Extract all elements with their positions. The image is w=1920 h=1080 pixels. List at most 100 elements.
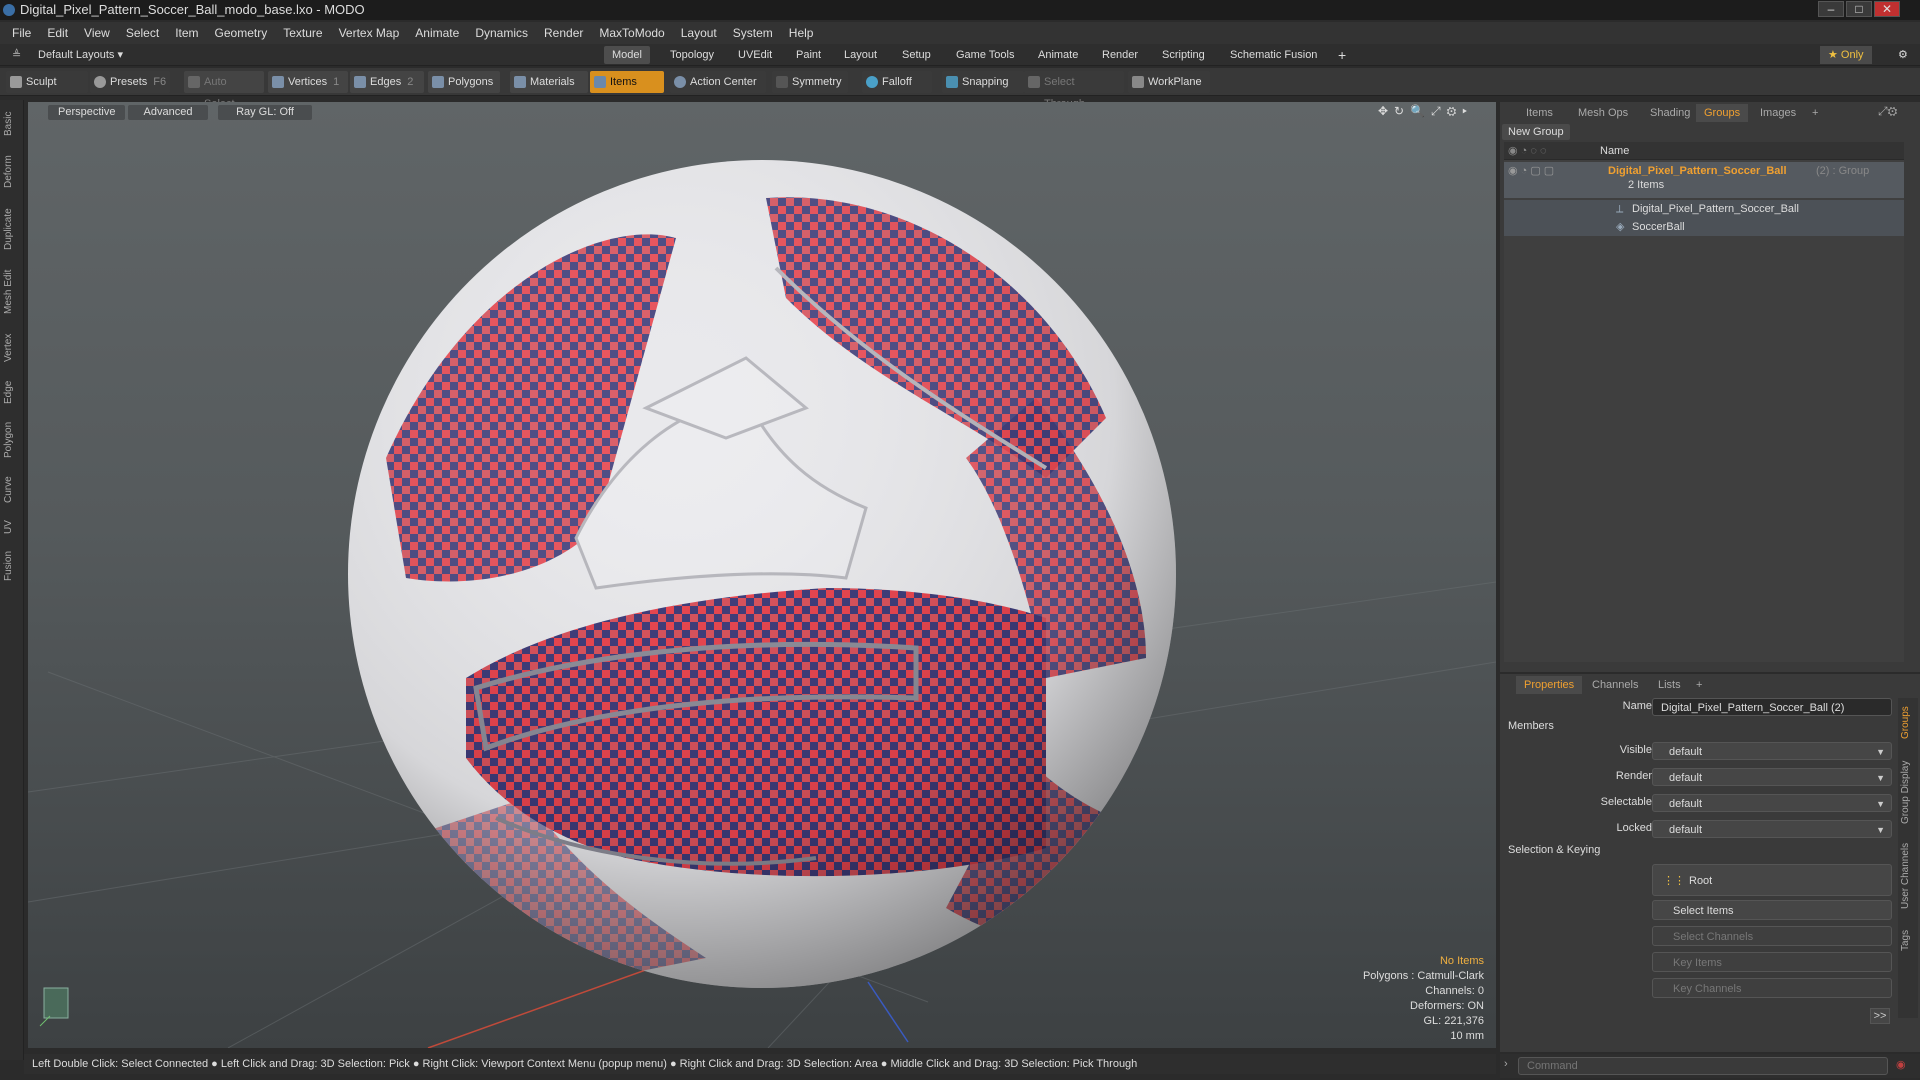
select-through-button[interactable]: Select Through: [1024, 71, 1124, 110]
tab-topology[interactable]: Topology: [662, 46, 722, 64]
menu-animate[interactable]: Animate: [407, 22, 467, 44]
vtab-group-display[interactable]: Group Display: [1900, 752, 1918, 832]
add-panel-tab-button[interactable]: +: [1804, 104, 1826, 122]
vtab-edge[interactable]: Edge: [3, 374, 21, 410]
tab-model[interactable]: Model: [604, 46, 650, 64]
materials-button[interactable]: Materials: [510, 71, 588, 93]
menu-item[interactable]: Item: [167, 22, 206, 44]
more-button[interactable]: >>: [1870, 1008, 1890, 1024]
vtab-user-channels[interactable]: User Channels: [1900, 836, 1918, 916]
visible-dropdown[interactable]: default ▼: [1652, 742, 1892, 760]
key-channels-button[interactable]: Key Channels: [1652, 978, 1892, 998]
minimize-button[interactable]: –: [1818, 1, 1844, 17]
menu-edit[interactable]: Edit: [39, 22, 76, 44]
tab-channels[interactable]: Channels: [1584, 676, 1646, 694]
panel-options-icon[interactable]: ⤢⚙: [1878, 104, 1897, 119]
tree-item-soccerball[interactable]: ◈ SoccerBall: [1504, 218, 1904, 236]
tab-mesh-ops[interactable]: Mesh Ops: [1570, 104, 1636, 122]
tab-items[interactable]: Items: [1518, 104, 1561, 122]
vtab-uv[interactable]: UV: [3, 514, 21, 540]
menu-texture[interactable]: Texture: [275, 22, 330, 44]
presets-button[interactable]: Presets F6: [90, 71, 170, 93]
menu-vertex-map[interactable]: Vertex Map: [331, 22, 408, 44]
vtab-fusion[interactable]: Fusion: [3, 544, 21, 588]
tab-animate[interactable]: Animate: [1030, 46, 1086, 64]
tab-groups[interactable]: Groups: [1696, 104, 1749, 122]
select-channels-button[interactable]: Select Channels: [1652, 926, 1892, 946]
vtab-duplicate[interactable]: Duplicate: [3, 200, 21, 258]
key-items-button[interactable]: Key Items: [1652, 952, 1892, 972]
symmetry-button[interactable]: Symmetry: [772, 71, 848, 93]
vtab-basic[interactable]: Basic: [3, 104, 21, 144]
items-button[interactable]: Items: [590, 71, 664, 93]
command-input[interactable]: [1518, 1057, 1888, 1075]
render-dropdown[interactable]: default ▼: [1652, 768, 1892, 786]
only-toggle[interactable]: ★ Only: [1820, 46, 1872, 64]
vtab-curve[interactable]: Curve: [3, 470, 21, 510]
perspective-dropdown[interactable]: Perspective: [48, 105, 126, 120]
workplane-button[interactable]: WorkPlane: [1128, 71, 1210, 93]
polygons-button[interactable]: Polygons: [428, 71, 500, 93]
tab-scripting[interactable]: Scripting: [1154, 46, 1213, 64]
layout-arrow-icon[interactable]: ≜: [4, 46, 29, 64]
tree-header: ◉ ◔ ◌ ◌ Name: [1504, 142, 1904, 160]
selection-keying-section[interactable]: Selection & Keying: [1508, 844, 1600, 856]
menu-system[interactable]: System: [725, 22, 781, 44]
tab-schematic-fusion[interactable]: Schematic Fusion: [1222, 46, 1325, 64]
tab-layout[interactable]: Layout: [836, 46, 885, 64]
row-visibility-icon[interactable]: ◉ ◔ ▢ ▢: [1508, 162, 1554, 180]
3d-viewport[interactable]: Perspective Advanced Ray GL: Off ✥↻🔍⤢⚙▸: [28, 102, 1496, 1048]
menu-render[interactable]: Render: [536, 22, 591, 44]
sculpt-button[interactable]: Sculpt: [6, 71, 88, 93]
selectable-dropdown[interactable]: default ▼: [1652, 794, 1892, 812]
hud-polygons: Polygons : Catmull-Clark: [1362, 970, 1484, 982]
auto-select-button[interactable]: Auto Select: [184, 71, 264, 110]
snapping-button[interactable]: Snapping: [942, 71, 1024, 93]
gear-icon[interactable]: ⚙: [1890, 46, 1916, 64]
vtab-vertex[interactable]: Vertex: [3, 326, 21, 370]
maximize-button[interactable]: □: [1846, 1, 1872, 17]
vtab-tags[interactable]: Tags: [1900, 920, 1918, 960]
tree-item-mesh[interactable]: ⟂ Digital_Pixel_Pattern_Soccer_Ball: [1504, 200, 1904, 218]
vtab-polygon[interactable]: Polygon: [3, 414, 21, 466]
viewport-nav-icons[interactable]: ✥↻🔍⤢⚙▸: [1378, 104, 1473, 119]
tab-properties[interactable]: Properties: [1516, 676, 1583, 694]
tab-setup[interactable]: Setup: [894, 46, 939, 64]
tab-game-tools[interactable]: Game Tools: [948, 46, 1023, 64]
tab-paint[interactable]: Paint: [788, 46, 829, 64]
vertices-button[interactable]: Vertices 1: [268, 71, 348, 93]
tab-uvedit[interactable]: UVEdit: [730, 46, 780, 64]
new-group-button[interactable]: New Group: [1502, 124, 1570, 140]
tab-images[interactable]: Images: [1752, 104, 1804, 122]
default-layouts-dropdown[interactable]: Default Layouts ▾: [30, 46, 131, 64]
tab-lists[interactable]: Lists: [1650, 676, 1689, 694]
tab-shading[interactable]: Shading: [1642, 104, 1698, 122]
menu-geometry[interactable]: Geometry: [207, 22, 276, 44]
root-button[interactable]: ⋮⋮ Root: [1652, 864, 1892, 896]
shading-dropdown[interactable]: Advanced: [128, 105, 208, 120]
add-props-tab-button[interactable]: +: [1688, 676, 1710, 694]
menu-view[interactable]: View: [76, 22, 118, 44]
locked-dropdown[interactable]: default ▼: [1652, 820, 1892, 838]
menu-dynamics[interactable]: Dynamics: [467, 22, 536, 44]
vtab-deform[interactable]: Deform: [3, 148, 21, 196]
tab-render[interactable]: Render: [1094, 46, 1146, 64]
edges-button[interactable]: Edges 2: [350, 71, 424, 93]
name-field[interactable]: Digital_Pixel_Pattern_Soccer_Ball (2): [1652, 698, 1892, 716]
menu-select[interactable]: Select: [118, 22, 167, 44]
select-items-button[interactable]: Select Items: [1652, 900, 1892, 920]
add-tab-button[interactable]: +: [1330, 46, 1354, 64]
action-center-button[interactable]: Action Center: [670, 71, 766, 93]
menu-help[interactable]: Help: [781, 22, 822, 44]
vtab-mesh-edit[interactable]: Mesh Edit: [3, 262, 21, 322]
menu-maxtomodo[interactable]: MaxToModo: [591, 22, 672, 44]
members-section[interactable]: Members: [1508, 720, 1554, 732]
close-button[interactable]: ✕: [1874, 1, 1900, 17]
menu-layout[interactable]: Layout: [673, 22, 725, 44]
raygl-dropdown[interactable]: Ray GL: Off: [218, 105, 312, 120]
vtab-groups[interactable]: Groups: [1900, 698, 1918, 748]
menu-file[interactable]: File: [4, 22, 39, 44]
record-icon[interactable]: ◉: [1896, 1058, 1906, 1071]
falloff-button[interactable]: Falloff: [862, 71, 932, 93]
group-row[interactable]: ◉ ◔ ▢ ▢ Digital_Pixel_Pattern_Soccer_Bal…: [1504, 162, 1904, 198]
